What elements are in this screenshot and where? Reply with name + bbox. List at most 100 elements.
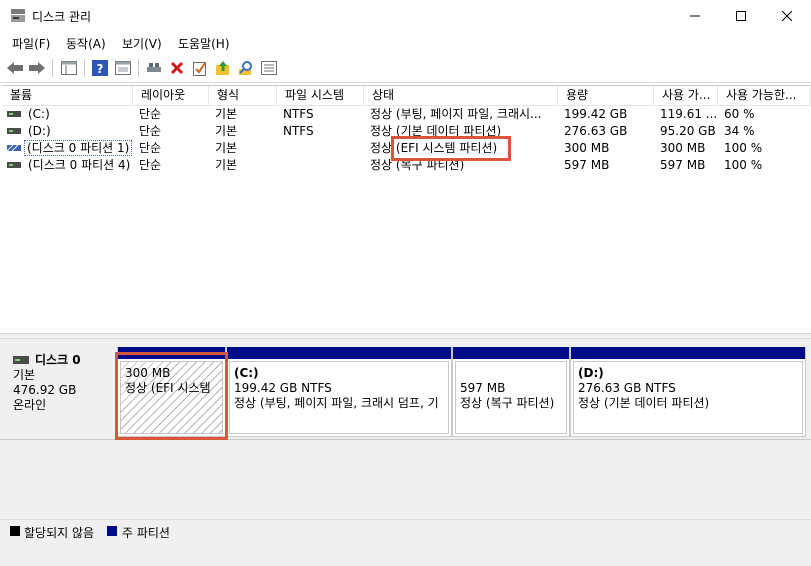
legend-bar: 할당되지 않음 주 파티션 — [0, 519, 811, 541]
volume-free-pct: 100 % — [724, 158, 763, 172]
volume-name-label: (디스크 0 파티션 1) — [24, 140, 133, 156]
menu-view[interactable]: 보기(V) — [122, 35, 162, 52]
volume-list: 볼륨 레이아웃 형식 파일 시스템 상태 용량 사용 가... 사용 가능한..… — [2, 85, 811, 330]
properties-icon — [115, 61, 131, 75]
menu-help[interactable]: 도움말(H) — [178, 35, 230, 52]
toolbar: ? — [0, 53, 811, 83]
volume-list-header: 볼륨 레이아웃 형식 파일 시스템 상태 용량 사용 가... 사용 가능한..… — [2, 86, 811, 106]
partition-d-body: (D:) 276.63 GB NTFS 정상 (기본 데이터 파티션) — [573, 361, 803, 434]
partition-primary-bar — [571, 347, 805, 359]
volume-row-c[interactable]: (C:) 단순 기본 NTFS 정상 (부팅, 페이지 파일, 크래시... 1… — [2, 106, 811, 123]
disk-state: 온라인 — [13, 398, 47, 412]
volume-drive-icon — [7, 162, 21, 168]
column-volume[interactable]: 볼륨 — [2, 86, 133, 106]
delete-icon — [170, 61, 184, 75]
close-icon — [782, 10, 792, 21]
forward-arrow-icon — [29, 62, 45, 74]
column-status[interactable]: 상태 — [364, 86, 558, 106]
help-icon: ? — [92, 60, 108, 76]
partition-status: 정상 (기본 데이터 파티션) — [578, 396, 710, 410]
partition-d[interactable]: (D:) 276.63 GB NTFS 정상 (기본 데이터 파티션) — [570, 347, 806, 437]
legend-primary-swatch — [107, 526, 117, 536]
legend-unallocated-label: 할당되지 않음 — [24, 526, 95, 540]
column-type[interactable]: 형식 — [209, 86, 277, 106]
back-arrow-icon — [7, 62, 23, 74]
column-free-space[interactable]: 사용 가... — [654, 86, 718, 106]
volume-name: (C:) — [28, 107, 50, 121]
partition-label: (C:) — [234, 366, 259, 380]
maximize-button[interactable] — [718, 0, 764, 31]
column-free-percent[interactable]: 사용 가능한... — [718, 86, 811, 106]
volume-free: 597 MB — [660, 158, 706, 172]
delete-button[interactable] — [167, 58, 187, 78]
partition-c[interactable]: (C:) 199.42 GB NTFS 정상 (부팅, 페이지 파일, 크래시 … — [226, 347, 452, 437]
maximize-icon — [736, 10, 746, 21]
disk-name: 디스크 0 — [35, 353, 81, 367]
partition-primary-bar — [227, 347, 451, 359]
title-bar: 디스크 관리 — [0, 0, 811, 31]
highlight-box-efi-partition — [115, 352, 228, 440]
volume-layout: 단순 — [139, 107, 162, 121]
connect-button[interactable] — [144, 58, 164, 78]
minimize-button[interactable] — [672, 0, 718, 31]
volume-status: 정상 (부팅, 페이지 파일, 크래시... — [370, 107, 542, 121]
volume-drive-icon — [7, 111, 21, 117]
disk-size: 476.92 GB — [13, 383, 77, 397]
partition-status: 정상 (복구 파티션) — [460, 396, 555, 410]
volume-capacity: 199.42 GB — [564, 107, 628, 121]
connect-icon — [147, 63, 161, 72]
close-button[interactable] — [764, 0, 810, 31]
search-disk-icon — [239, 61, 252, 75]
status-prefix: 정상 — [370, 141, 393, 155]
volume-layout: 단순 — [139, 141, 162, 155]
menu-action[interactable]: 동작(A) — [66, 35, 106, 52]
column-layout[interactable]: 레이아웃 — [133, 86, 209, 106]
volume-free: 95.20 GB — [660, 124, 716, 138]
volume-drive-icon — [7, 128, 21, 134]
volume-layout: 단순 — [139, 124, 162, 138]
volume-name: (디스크 0 파티션 1) — [22, 140, 133, 157]
forward-button[interactable] — [27, 58, 47, 78]
column-capacity[interactable]: 용량 — [558, 86, 654, 106]
volume-fs — [277, 157, 364, 174]
volume-fs — [277, 140, 364, 157]
folder-up-button[interactable] — [213, 58, 233, 78]
disk-0-info[interactable]: 디스크 0 기본 476.92 GB 온라인 — [7, 347, 115, 437]
window-title: 디스크 관리 — [32, 10, 92, 24]
partition-size: 276.63 GB NTFS — [578, 381, 676, 395]
volume-fs: NTFS — [283, 107, 314, 121]
disk-type: 기본 — [13, 368, 36, 382]
volume-capacity: 276.63 GB — [564, 124, 628, 138]
help-button[interactable]: ? — [90, 58, 110, 78]
volume-free-pct: 34 % — [724, 124, 755, 138]
back-button[interactable] — [5, 58, 25, 78]
column-file-system[interactable]: 파일 시스템 — [277, 86, 364, 106]
console-tree-button[interactable] — [59, 58, 79, 78]
check-button[interactable] — [190, 58, 210, 78]
disk-management-app-icon — [11, 9, 25, 22]
list-button[interactable] — [259, 58, 279, 78]
console-tree-icon — [61, 61, 77, 75]
highlight-box-efi-status — [391, 136, 511, 161]
minimize-icon — [690, 15, 700, 16]
partition-size: 597 MB — [460, 381, 506, 395]
status-bar — [0, 541, 811, 566]
volume-capacity: 300 MB — [564, 141, 610, 155]
volume-free: 119.61 ... — [660, 107, 718, 121]
search-disk-button[interactable] — [236, 58, 256, 78]
volume-type: 기본 — [215, 141, 238, 155]
svg-text:?: ? — [97, 62, 104, 76]
volume-name: (디스크 0 파티션 4) — [28, 158, 131, 172]
disk-icon — [13, 355, 29, 364]
folder-up-icon — [216, 61, 229, 75]
menu-file[interactable]: 파일(F) — [12, 35, 50, 52]
partition-recovery-body: 597 MB 정상 (복구 파티션) — [455, 361, 567, 434]
volume-fs: NTFS — [283, 124, 314, 138]
properties-button[interactable] — [113, 58, 133, 78]
partition-recovery[interactable]: 597 MB 정상 (복구 파티션) — [452, 347, 570, 437]
partition-status: 정상 (부팅, 페이지 파일, 크래시 덤프, 기 — [234, 396, 439, 410]
volume-free-pct: 100 % — [724, 141, 763, 155]
volume-striped-icon — [7, 145, 21, 151]
volume-type: 기본 — [215, 158, 238, 172]
partition-primary-bar — [453, 347, 569, 359]
